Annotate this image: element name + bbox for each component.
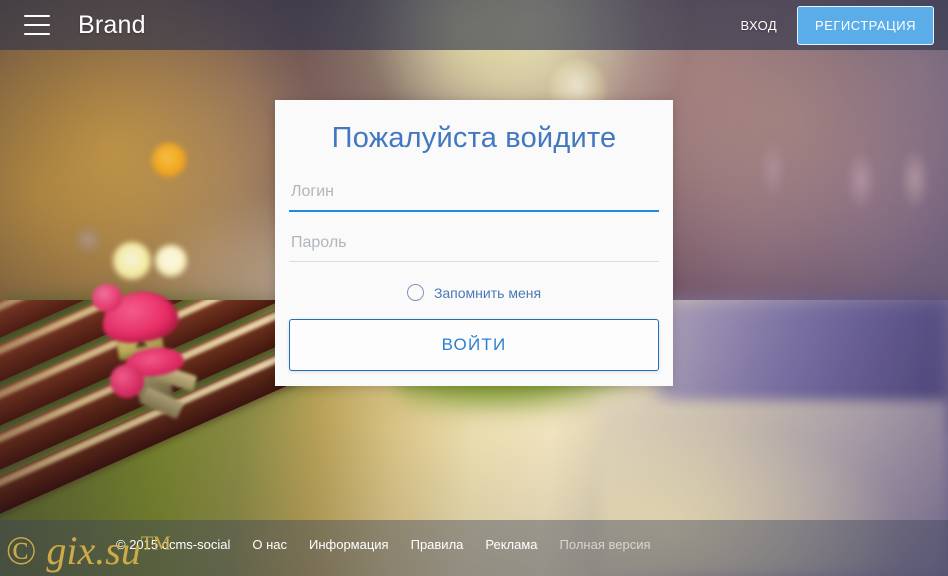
footer-link-rules[interactable]: Правила xyxy=(411,537,464,552)
top-navbar: Brand ВХОД РЕГИСТРАЦИЯ xyxy=(0,0,948,50)
bokeh-light xyxy=(75,227,101,253)
danbo-hat-pompom xyxy=(92,284,122,312)
password-input[interactable] xyxy=(289,226,659,261)
footer-links: © 2015 dcms-social О нас Информация Прав… xyxy=(116,537,651,552)
hamburger-line xyxy=(24,24,50,26)
login-card: Пожалуйста войдите Запомнить меня ВОЙТИ xyxy=(275,100,673,386)
password-field-group xyxy=(289,226,659,262)
footer-link-about[interactable]: О нас xyxy=(252,537,287,552)
login-card-title: Пожалуйста войдите xyxy=(331,122,617,154)
register-button[interactable]: РЕГИСТРАЦИЯ xyxy=(797,5,934,45)
brand-logo[interactable]: Brand xyxy=(78,11,146,40)
hamburger-line xyxy=(24,15,50,17)
login-submit-button[interactable]: ВОЙТИ xyxy=(289,319,659,371)
hamburger-menu-icon[interactable] xyxy=(24,15,50,35)
bokeh-light xyxy=(760,140,786,198)
page-footer: © 2015 dcms-social О нас Информация Прав… xyxy=(0,520,948,576)
username-input[interactable] xyxy=(289,175,659,210)
footer-link-information[interactable]: Информация xyxy=(309,537,389,552)
footer-link-full-version[interactable]: Полная версия xyxy=(560,537,651,552)
bokeh-light xyxy=(900,148,930,210)
footer-link-advertising[interactable]: Реклама xyxy=(485,537,537,552)
username-underline xyxy=(289,210,659,212)
remember-me-checkbox[interactable] xyxy=(406,284,424,301)
remember-me-label: Запомнить меня xyxy=(433,284,542,301)
login-page: Brand ВХОД РЕГИСТРАЦИЯ Пожалуйста войдит… xyxy=(0,0,948,576)
danbo-figure xyxy=(86,278,216,428)
bokeh-light xyxy=(152,143,186,177)
navbar-actions: ВХОД РЕГИСТРАЦИЯ xyxy=(726,5,948,45)
hamburger-line xyxy=(24,33,50,35)
bokeh-light xyxy=(155,245,187,277)
footer-copyright: © 2015 dcms-social xyxy=(116,537,231,552)
remember-me-row[interactable]: Запомнить меня xyxy=(289,284,659,301)
password-underline xyxy=(289,261,659,262)
bokeh-light xyxy=(846,150,876,210)
bokeh-light xyxy=(113,242,151,280)
nav-login-link[interactable]: ВХОД xyxy=(726,8,791,43)
username-field-group xyxy=(289,175,659,212)
